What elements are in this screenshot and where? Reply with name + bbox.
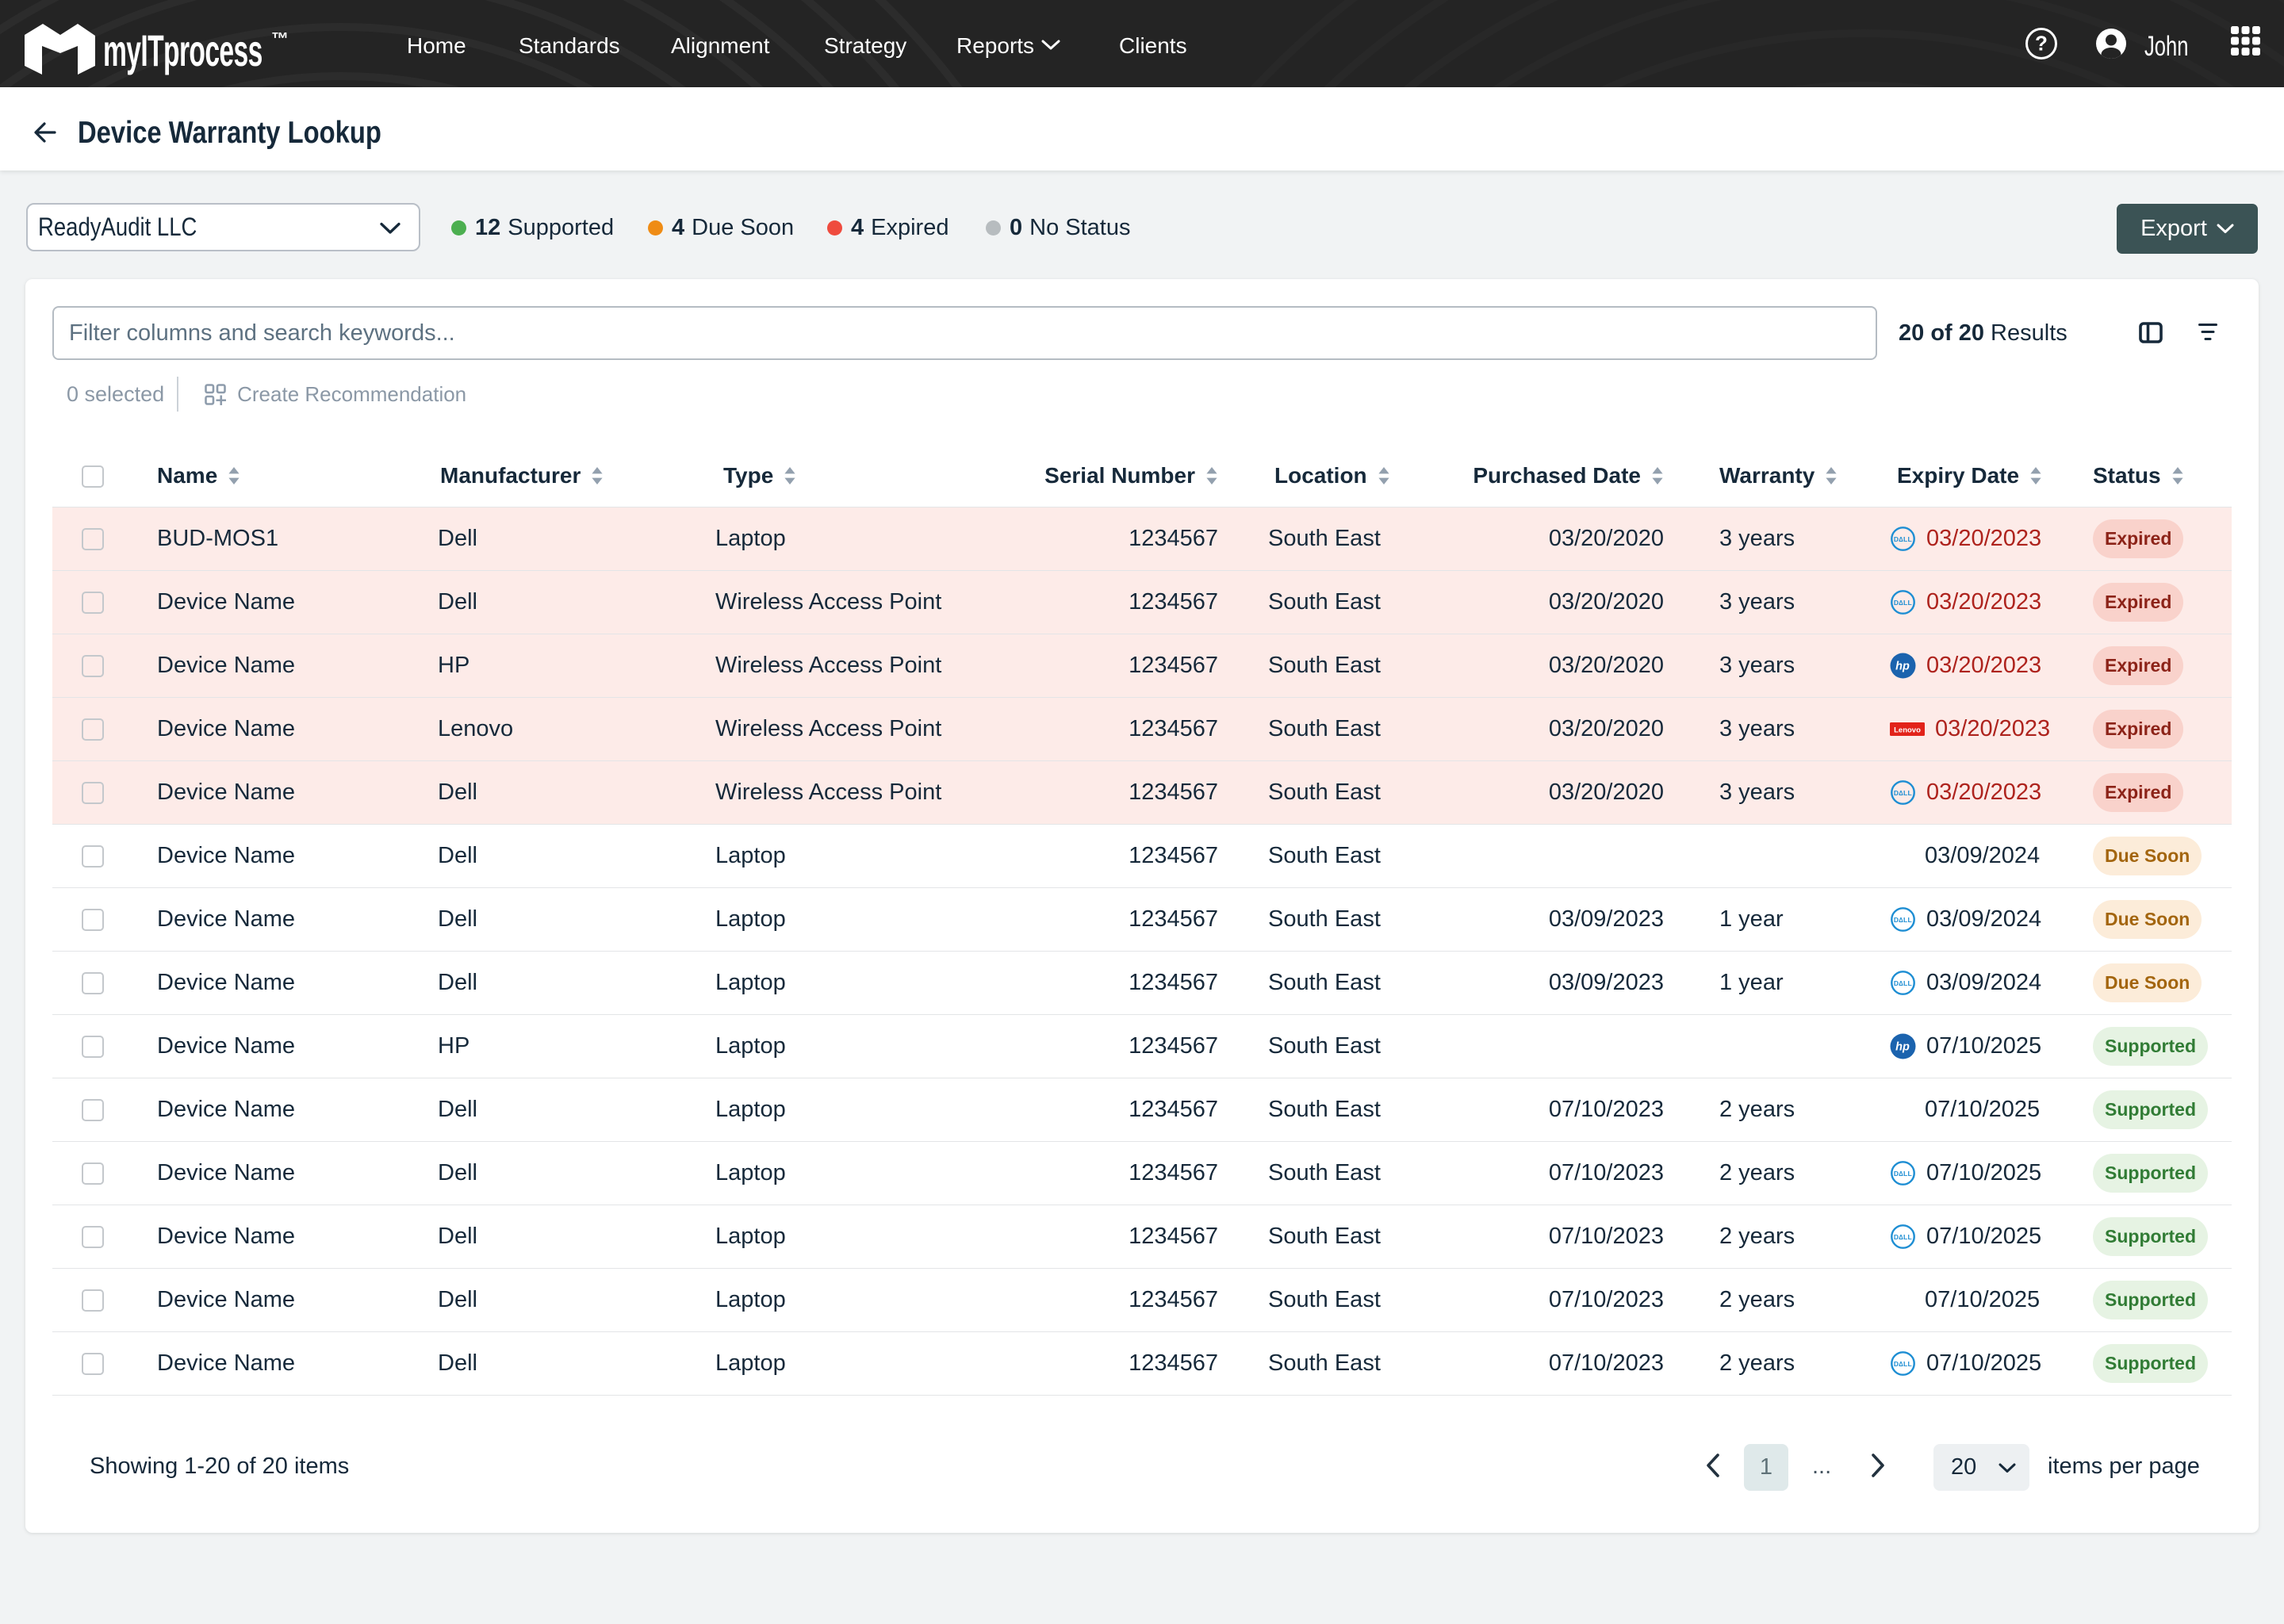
svg-text:hp: hp (1895, 1041, 1910, 1054)
svg-text:D∆LL: D∆LL (1894, 979, 1912, 987)
svg-text:D∆LL: D∆LL (1894, 916, 1912, 924)
svg-text:Lenovo: Lenovo (1894, 726, 1921, 734)
svg-text:D∆LL: D∆LL (1894, 1360, 1912, 1368)
svg-text:hp: hp (1895, 661, 1910, 673)
svg-text:D∆LL: D∆LL (1894, 1170, 1912, 1178)
svg-text:D∆LL: D∆LL (1894, 1233, 1912, 1241)
svg-text:D∆LL: D∆LL (1894, 535, 1912, 543)
svg-text:D∆LL: D∆LL (1894, 599, 1912, 607)
svg-text:?: ? (2035, 32, 2048, 56)
svg-text:D∆LL: D∆LL (1894, 789, 1912, 797)
